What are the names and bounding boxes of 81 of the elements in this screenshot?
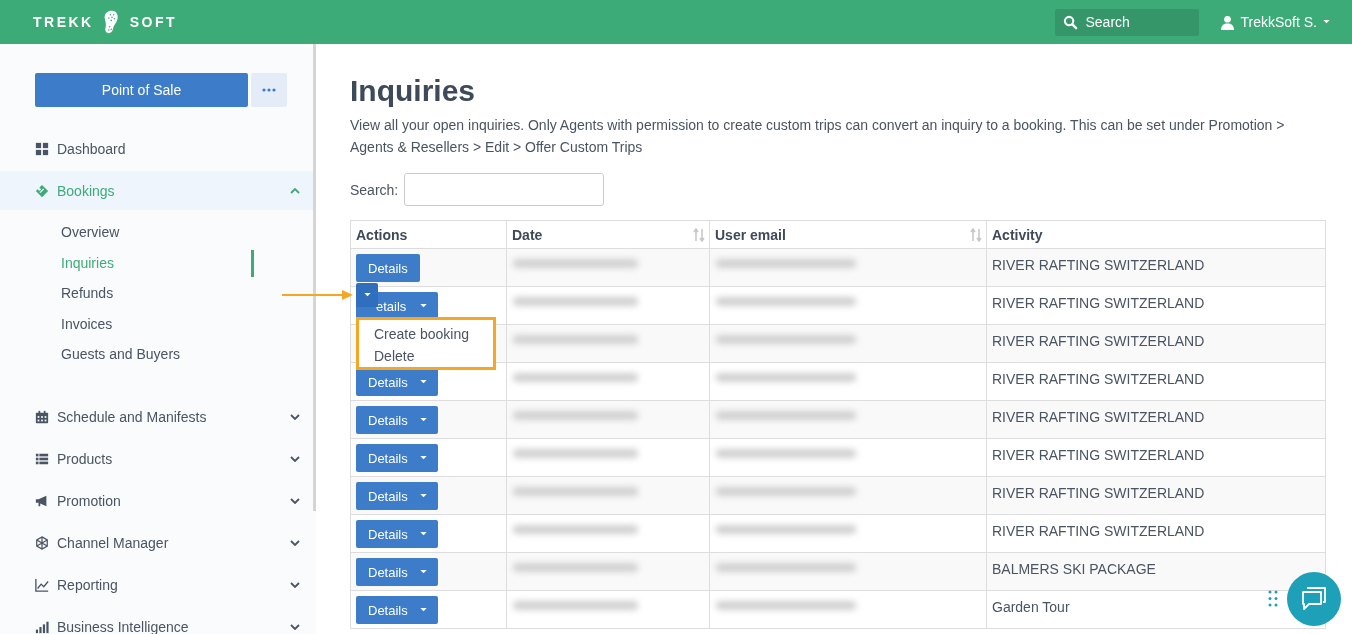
nav-subitem[interactable]: Guests and Buyers (61, 339, 181, 370)
caret-icon (420, 380, 427, 384)
table-cell: RIVER RAFTING SWITZERLAND (986, 248, 1326, 287)
chevron-icon (290, 414, 300, 420)
search-field[interactable]: Search (1055, 8, 1200, 36)
search-icon (1063, 14, 1079, 30)
pointer-arrow (282, 289, 354, 301)
nav-subitem[interactable]: Refunds (61, 278, 114, 309)
calendar-icon (35, 410, 49, 424)
table-cell: RIVER RAFTING SWITZERLAND (986, 476, 1326, 515)
user-icon (1221, 14, 1235, 30)
column-header[interactable]: Actions (350, 220, 507, 249)
chevron-icon (290, 498, 300, 504)
nav-subitem[interactable]: Invoices (61, 308, 113, 339)
chevron-icon (290, 624, 300, 630)
nav-subitem[interactable]: Overview (61, 217, 120, 248)
details-button[interactable]: Details (356, 254, 420, 282)
nav-item[interactable]: Dashboard (0, 129, 316, 168)
table-cell: RIVER RAFTING SWITZERLAND (986, 514, 1326, 553)
logo-text: SOFT (129, 14, 178, 30)
line-chart-icon (35, 578, 49, 592)
caret-icon (420, 494, 427, 498)
grid-icon (35, 141, 49, 156)
footprint-icon (103, 9, 120, 35)
page-title: Inquiries (350, 74, 477, 108)
page-description: View all your open inquiries. Only Agents with permission to create custom trips can convert an inquiry to a booking. This can be set under Promotion > Agents & Resellers > Edit > Offer Custom Trips (350, 116, 1286, 157)
caret-icon (420, 456, 427, 460)
details-button[interactable]: Details (356, 558, 438, 586)
caret-icon (363, 293, 371, 297)
sort-icon (693, 228, 705, 242)
search-label: Search: (350, 181, 399, 198)
column-header[interactable]: Activity (986, 220, 1326, 249)
table-cell: RIVER RAFTING SWITZERLAND (986, 438, 1326, 477)
nav-item[interactable]: Reporting (0, 565, 316, 605)
details-button[interactable]: Details (356, 482, 438, 510)
caret-icon (420, 570, 427, 574)
nav-item[interactable]: Business Intelligence (0, 607, 316, 634)
sort-icon (970, 228, 982, 242)
ticket-icon (35, 183, 49, 198)
column-header[interactable]: User email (709, 220, 987, 249)
more-button[interactable] (251, 73, 287, 107)
nav-item[interactable]: Channel Manager (0, 523, 316, 563)
more-icon (262, 88, 276, 92)
dropdown-toggle[interactable] (356, 283, 378, 307)
chevron-icon (290, 540, 300, 546)
menu-item[interactable]: Delete (374, 345, 493, 367)
chat-icon (1301, 587, 1327, 611)
search-field[interactable] (404, 173, 605, 206)
menu-item[interactable]: Create booking (374, 323, 493, 345)
megaphone-icon (35, 494, 49, 508)
caret-icon (420, 418, 427, 422)
details-button[interactable]: Details (356, 596, 438, 624)
caret-icon (420, 304, 427, 308)
point-of-sale-button[interactable]: Point of Sale (35, 73, 248, 107)
table-cell: RIVER RAFTING SWITZERLAND (986, 362, 1326, 401)
nav-item[interactable]: Products (0, 439, 316, 479)
active-indicator (251, 249, 254, 277)
drag-handle-icon[interactable] (1268, 590, 1278, 607)
hexagon-icon (35, 536, 49, 550)
chat-button[interactable] (1287, 572, 1341, 626)
details-button[interactable]: Details (356, 406, 438, 434)
details-button[interactable]: Details (356, 520, 438, 548)
chevron-icon (290, 187, 300, 194)
table-cell: RIVER RAFTING SWITZERLAND (986, 324, 1326, 363)
details-button[interactable]: Details (356, 444, 438, 472)
nav-item[interactable]: Promotion (0, 481, 316, 521)
scroll-bar[interactable] (313, 44, 316, 511)
chevron-icon (290, 456, 300, 462)
chevron-icon (290, 582, 300, 588)
caret-icon (420, 608, 427, 612)
table-cell: BALMERS SKI PACKAGE (986, 552, 1326, 591)
details-button[interactable]: Details (356, 368, 438, 396)
nav-item[interactable]: Schedule and Manifests (0, 397, 316, 437)
logo-text: TREKK (33, 14, 94, 30)
table-cell: RIVER RAFTING SWITZERLAND (986, 286, 1326, 325)
list-icon (35, 452, 49, 466)
table-cell: RIVER RAFTING SWITZERLAND (986, 400, 1326, 439)
caret-icon (1323, 20, 1330, 24)
caret-icon (420, 532, 427, 536)
column-header[interactable]: Date (506, 220, 710, 249)
bar-chart-icon (35, 620, 49, 634)
